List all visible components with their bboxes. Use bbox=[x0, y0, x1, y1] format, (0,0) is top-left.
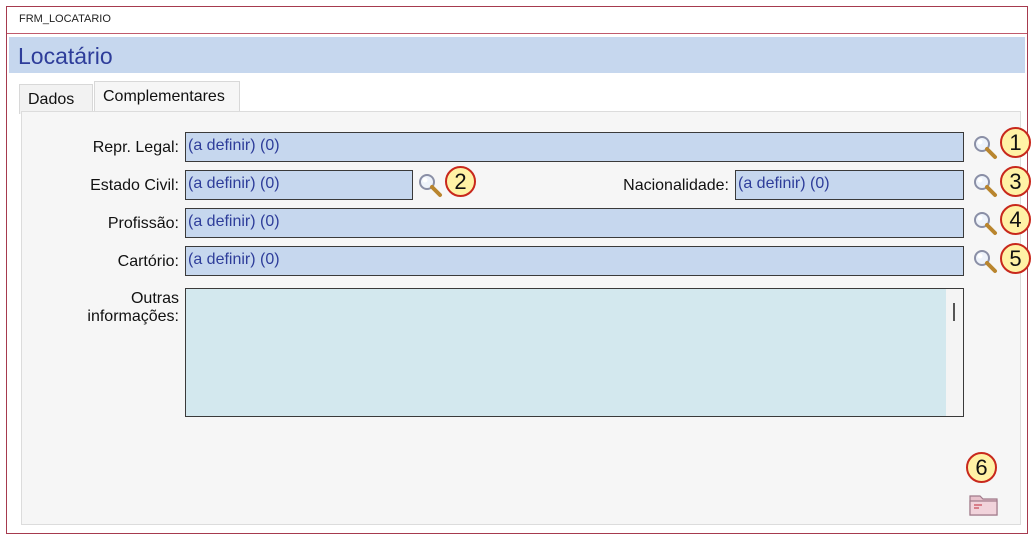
cartorio-lookup-button[interactable] bbox=[972, 248, 998, 274]
callout-badge-3: 3 bbox=[1000, 166, 1031, 197]
window-title: FRM_LOCATARIO bbox=[19, 13, 111, 25]
title-divider bbox=[7, 33, 1027, 34]
estado-civil-label: Estado Civil: bbox=[90, 177, 179, 194]
tab-dados[interactable]: Dados bbox=[19, 84, 93, 114]
repr-legal-field[interactable]: (a definir) (0) bbox=[185, 132, 964, 162]
callout-badge-6: 6 bbox=[966, 452, 997, 483]
memo-scrollbar[interactable] bbox=[946, 289, 963, 416]
repr-legal-label: Repr. Legal: bbox=[92, 139, 179, 156]
magnifier-icon bbox=[974, 136, 997, 159]
profissao-label: Profissão: bbox=[107, 215, 179, 232]
repr-legal-lookup-button[interactable] bbox=[972, 134, 998, 160]
callout-badge-2: 2 bbox=[445, 166, 476, 197]
magnifier-icon bbox=[974, 212, 997, 235]
page-title: Locatário bbox=[18, 43, 113, 69]
form-header: Locatário bbox=[9, 37, 1025, 73]
tab-panel-complementares: Repr. Legal: (a definir) (0) 1 Estado Ci… bbox=[21, 111, 1031, 525]
folder-icon bbox=[969, 495, 998, 516]
form-window: FRM_LOCATARIO Locatário Dados Complement… bbox=[6, 6, 1031, 534]
magnifier-icon bbox=[974, 174, 997, 197]
outras-label-line2: informações: bbox=[87, 308, 179, 325]
estado-civil-lookup-button[interactable] bbox=[417, 172, 443, 198]
memo-scrollbar-thumb[interactable] bbox=[953, 303, 955, 321]
outras-label-line1: Outras bbox=[130, 290, 179, 307]
outras-informacoes-label: Outras informações: bbox=[52, 290, 179, 326]
magnifier-icon bbox=[419, 174, 442, 197]
callout-badge-5: 5 bbox=[1000, 243, 1031, 274]
tab-complementares[interactable]: Complementares bbox=[94, 81, 240, 115]
estado-civil-field[interactable]: (a definir) (0) bbox=[185, 170, 413, 200]
nacionalidade-lookup-button[interactable] bbox=[972, 172, 998, 198]
open-folder-button[interactable] bbox=[968, 490, 1000, 518]
nacionalidade-label: Nacionalidade: bbox=[623, 177, 729, 194]
cartorio-field[interactable]: (a definir) (0) bbox=[185, 246, 964, 276]
cartorio-label: Cartório: bbox=[117, 253, 179, 270]
callout-badge-1: 1 bbox=[1000, 127, 1031, 158]
profissao-lookup-button[interactable] bbox=[972, 210, 998, 236]
magnifier-icon bbox=[974, 250, 997, 273]
nacionalidade-field[interactable]: (a definir) (0) bbox=[735, 170, 964, 200]
callout-badge-4: 4 bbox=[1000, 204, 1031, 235]
profissao-field[interactable]: (a definir) (0) bbox=[185, 208, 964, 238]
outras-informacoes-textarea[interactable] bbox=[185, 288, 964, 417]
